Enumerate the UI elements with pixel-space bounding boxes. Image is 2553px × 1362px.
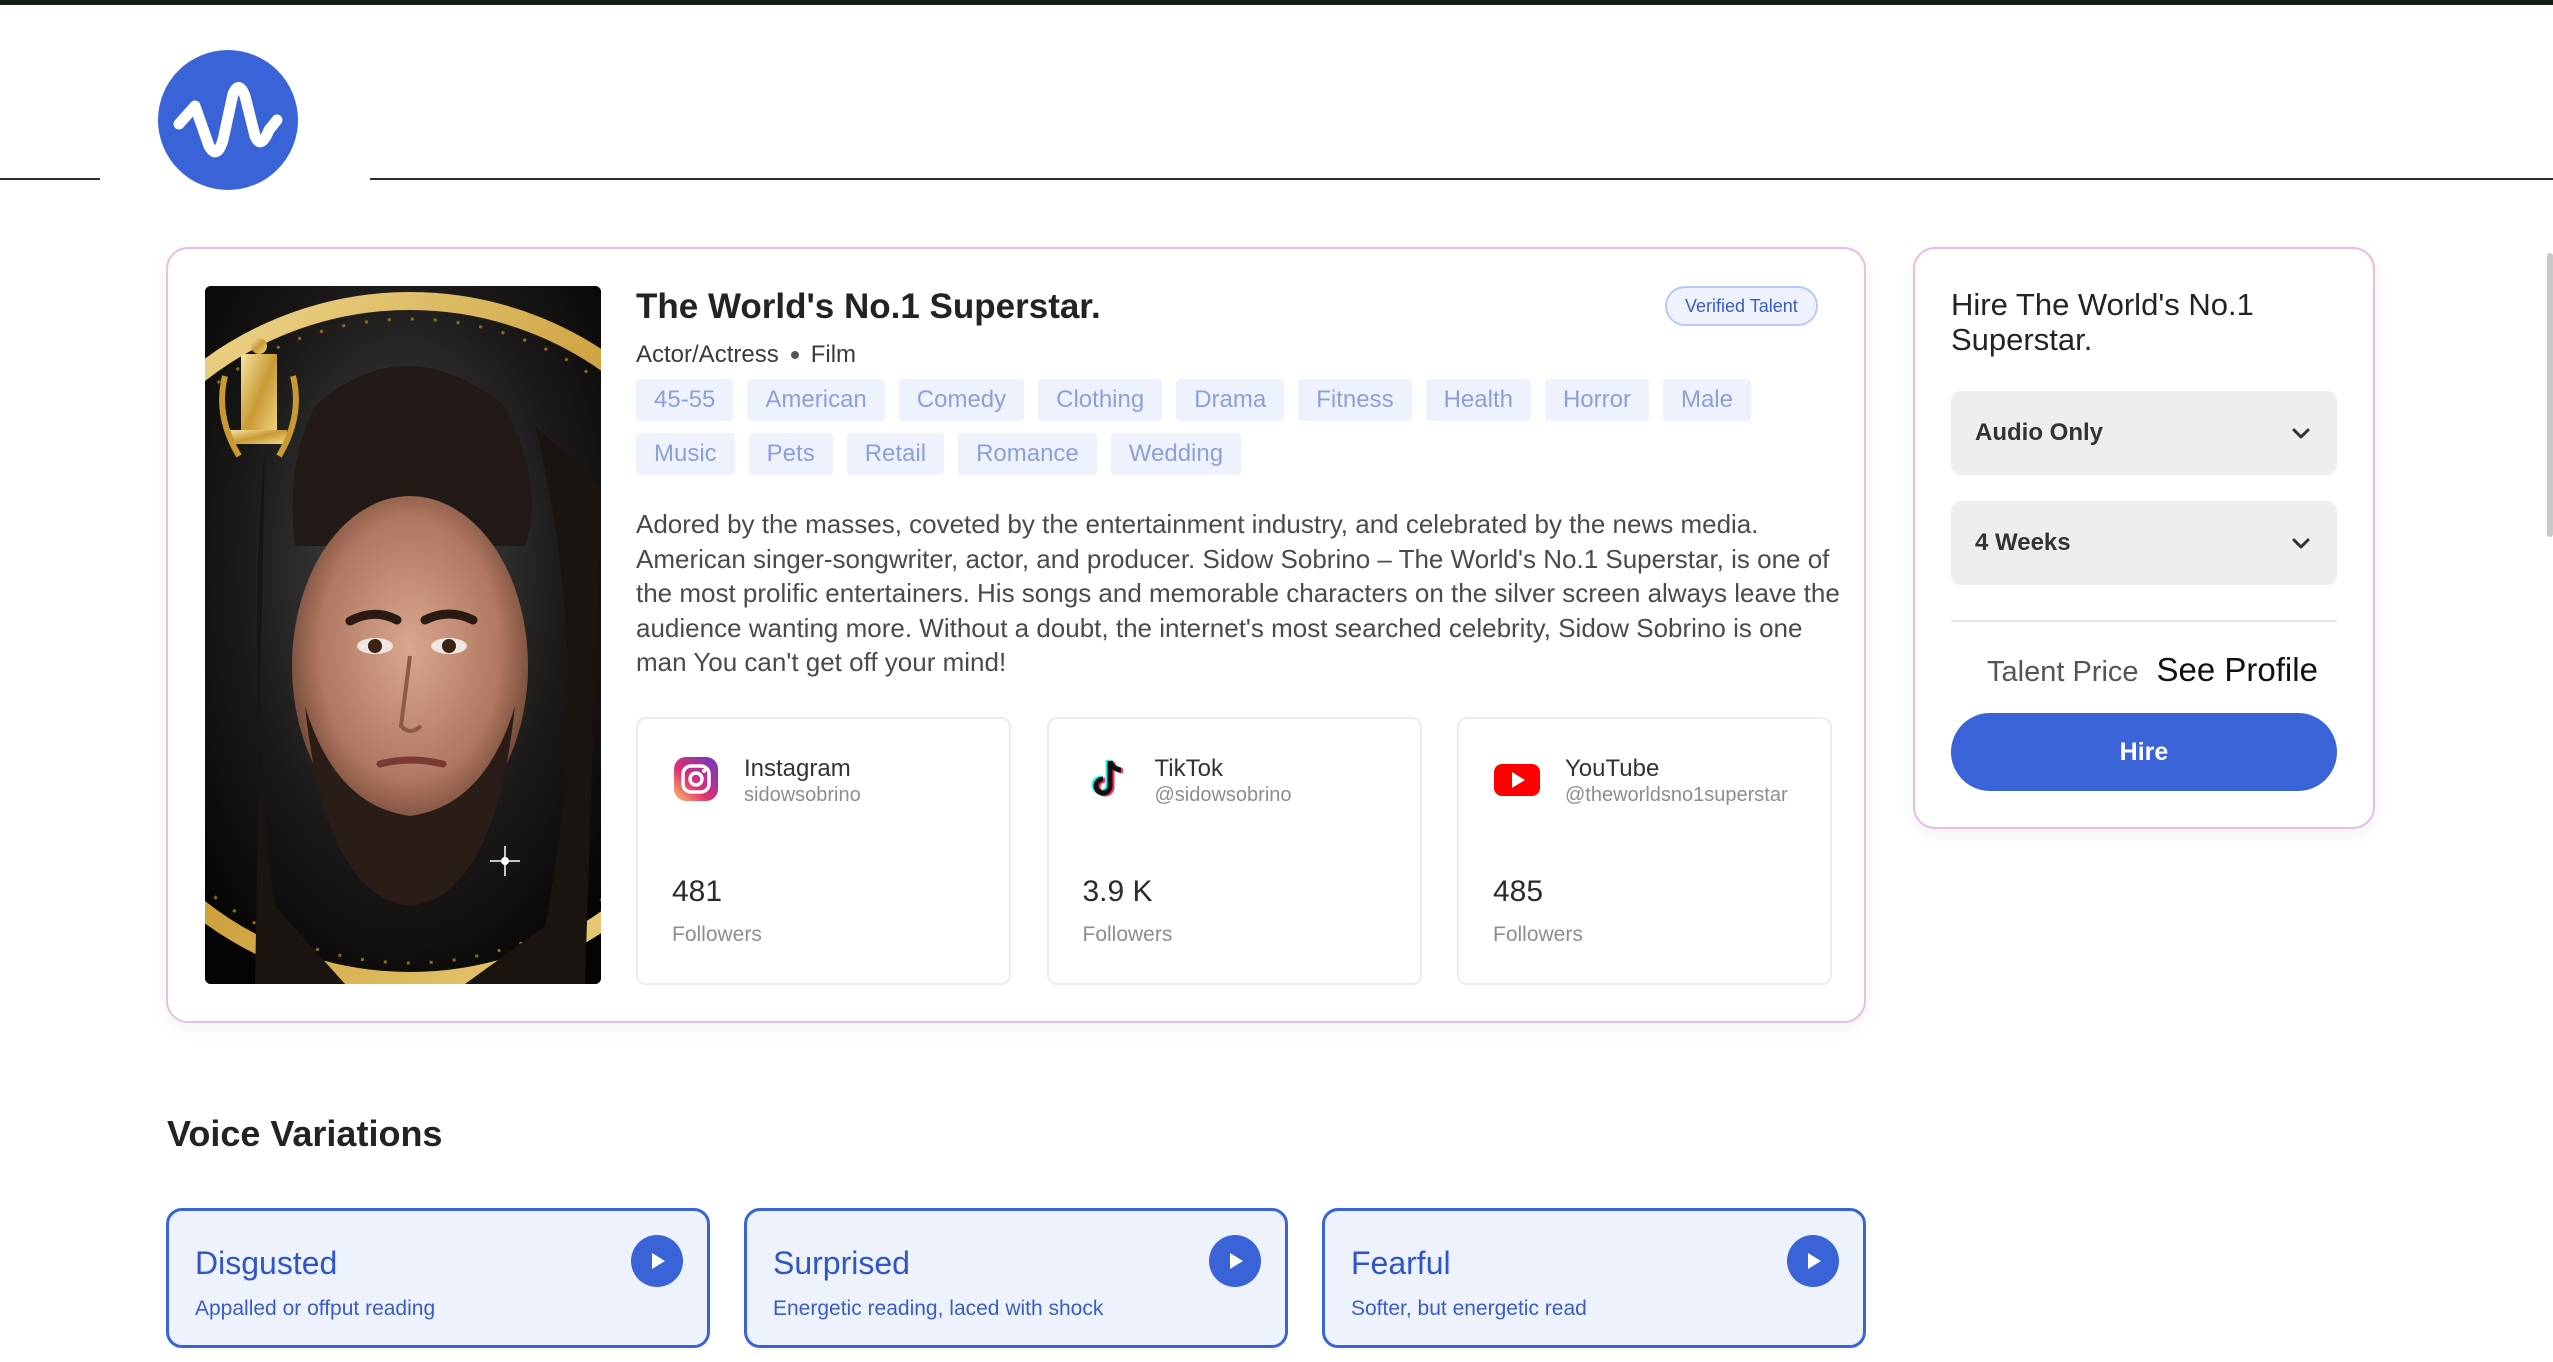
tag[interactable]: Pets: [748, 433, 833, 475]
play-icon: [652, 1253, 665, 1269]
tag[interactable]: Male: [1662, 379, 1751, 421]
tag[interactable]: Horror: [1544, 379, 1649, 421]
follower-count: 3.9 K: [1082, 875, 1153, 908]
tag[interactable]: Romance: [958, 433, 1097, 475]
voice-card-fearful[interactable]: Fearful Softer, but energetic read: [1322, 1208, 1866, 1348]
duration-select-value: 4 Weeks: [1975, 529, 2071, 556]
tag-list: 45-55 American Comedy Clothing Drama Fit…: [636, 379, 1836, 475]
usage-select[interactable]: Audio Only: [1951, 391, 2337, 475]
talent-price-row: Talent Price See Profile: [1987, 651, 2318, 689]
talent-name: The World's No.1 Superstar.: [636, 287, 1101, 326]
follower-label: Followers: [1082, 923, 1173, 946]
tag[interactable]: Wedding: [1110, 433, 1242, 475]
talent-role: Actor/Actress: [636, 341, 779, 368]
verified-badge: Verified Talent: [1665, 286, 1818, 326]
tag[interactable]: Health: [1425, 379, 1531, 421]
follower-label: Followers: [1493, 923, 1583, 946]
voice-description: Energetic reading, laced with shock: [773, 1297, 1104, 1320]
talent-price-label: Talent Price: [1987, 656, 2139, 688]
voice-variations-list: Disgusted Appalled or offput reading Sur…: [166, 1208, 1866, 1348]
voice-description: Softer, but energetic read: [1351, 1297, 1587, 1320]
hire-card: Hire The World's No.1 Superstar. Audio O…: [1913, 247, 2375, 829]
hire-button[interactable]: Hire: [1951, 713, 2337, 791]
voice-card-disgusted[interactable]: Disgusted Appalled or offput reading: [166, 1208, 710, 1348]
tag[interactable]: 45-55: [636, 379, 734, 421]
play-icon: [1808, 1253, 1821, 1269]
follower-label: Followers: [672, 923, 762, 946]
chevron-down-icon: [2292, 538, 2310, 549]
social-card-tiktok[interactable]: TikTok @sidowsobrino 3.9 K Followers: [1046, 717, 1422, 985]
logo[interactable]: [158, 50, 298, 190]
youtube-icon: [1493, 755, 1541, 803]
social-platform: YouTube: [1565, 755, 1660, 782]
tag[interactable]: Comedy: [898, 379, 1025, 421]
separator-dot: [790, 351, 799, 359]
voice-name: Fearful: [1351, 1245, 1451, 1281]
social-platform: TikTok: [1154, 755, 1223, 782]
talent-meta: Actor/Actress Film: [636, 341, 856, 369]
social-handle: @sidowsobrino: [1154, 784, 1292, 806]
play-button[interactable]: [1209, 1235, 1261, 1287]
tag[interactable]: Music: [636, 433, 735, 475]
voice-variations-title: Voice Variations: [167, 1113, 443, 1154]
header-divider: [0, 178, 100, 180]
follower-count: 485: [1493, 875, 1544, 908]
social-handle: sidowsobrino: [744, 784, 861, 806]
tiktok-icon: [1083, 755, 1131, 803]
header-divider: [370, 178, 2553, 180]
tag[interactable]: Drama: [1176, 379, 1285, 421]
follower-count: 481: [672, 875, 723, 908]
instagram-icon: [672, 755, 720, 803]
talent-category: Film: [810, 341, 857, 368]
social-card-instagram[interactable]: Instagram sidowsobrino 481 Followers: [636, 717, 1011, 985]
see-profile-link[interactable]: See Profile: [2157, 651, 2318, 689]
social-stats: Instagram sidowsobrino 481 Followers Tik…: [636, 717, 1832, 985]
usage-select-value: Audio Only: [1975, 419, 2103, 446]
page-scrollbar[interactable]: [2547, 253, 2553, 537]
tag[interactable]: Retail: [846, 433, 945, 475]
voice-name: Disgusted: [195, 1245, 338, 1281]
voice-description: Appalled or offput reading: [195, 1297, 436, 1320]
tag[interactable]: Fitness: [1298, 379, 1412, 421]
talent-bio: Adored by the masses, coveted by the ent…: [636, 509, 1840, 677]
tag[interactable]: Clothing: [1038, 379, 1163, 421]
chevron-down-icon: [2292, 428, 2310, 439]
profile-card: The World's No.1 Superstar. Verified Tal…: [166, 247, 1866, 1023]
play-icon: [1230, 1253, 1243, 1269]
play-button[interactable]: [1787, 1235, 1839, 1287]
social-platform: Instagram: [744, 755, 851, 782]
social-card-youtube[interactable]: YouTube @theworldsno1superstar 485 Follo…: [1457, 717, 1832, 985]
hire-divider: [1951, 620, 2337, 622]
social-handle: @theworldsno1superstar: [1565, 784, 1788, 806]
tag[interactable]: American: [747, 379, 885, 421]
play-button[interactable]: [631, 1235, 683, 1287]
waveform-logo-icon: [173, 82, 283, 158]
duration-select[interactable]: 4 Weeks: [1951, 501, 2337, 585]
top-strip: [0, 0, 2553, 5]
hire-title: Hire The World's No.1 Superstar.: [1951, 287, 2254, 357]
voice-name: Surprised: [773, 1245, 910, 1281]
talent-portrait: [205, 286, 601, 984]
voice-card-surprised[interactable]: Surprised Energetic reading, laced with …: [744, 1208, 1288, 1348]
